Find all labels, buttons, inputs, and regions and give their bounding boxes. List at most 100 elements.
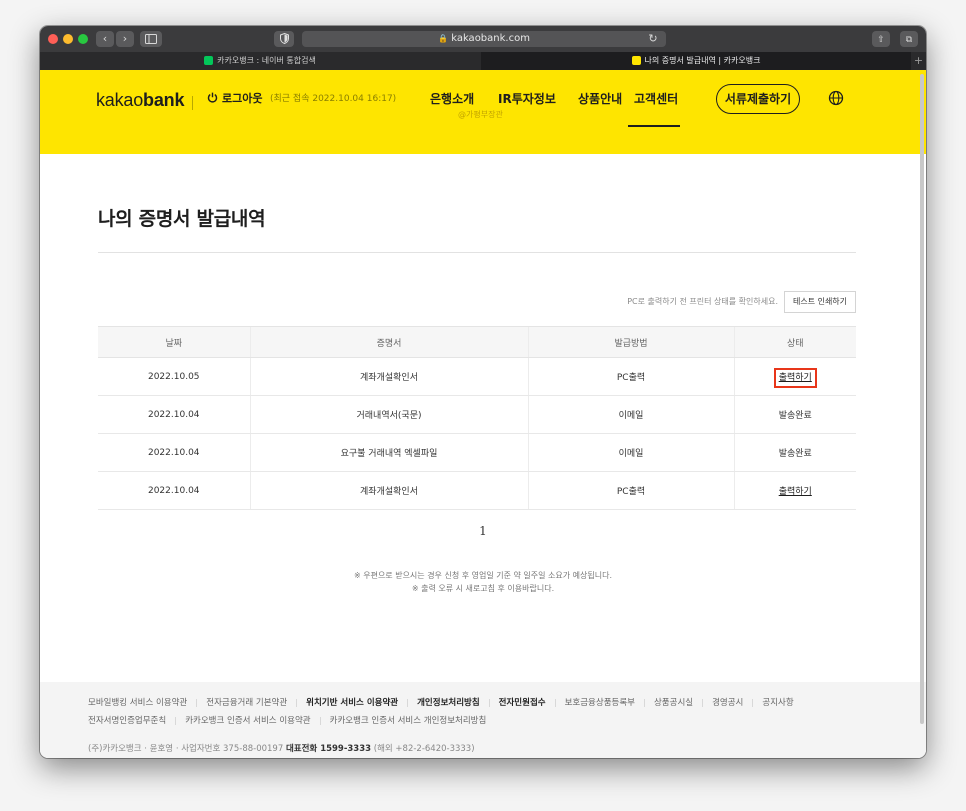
row-certificate: 거래내역서(국문) [249, 395, 528, 434]
nav-ir[interactable]: IR투자정보 [498, 90, 556, 107]
logo-text-light: kakao [96, 90, 144, 110]
forward-button[interactable]: › [116, 31, 134, 47]
logout-button[interactable]: 로그아웃 [207, 90, 262, 106]
page-scrollbar[interactable] [920, 74, 924, 724]
power-icon [207, 92, 218, 103]
row-status: 발송완료 [733, 433, 856, 472]
address-bar[interactable]: 🔒 kakaobank.com [302, 31, 666, 47]
table-row: 2022.10.05 계좌개설확인서 PC출력 출력하기 [98, 357, 856, 396]
logo-text-bold: bank [143, 90, 185, 110]
row-date: 2022.10.05 [98, 357, 250, 396]
chevron-right-icon: › [122, 32, 128, 45]
logout-label: 로그아웃 [222, 92, 263, 105]
globe-icon[interactable] [828, 90, 844, 106]
footer-link[interactable]: 공지사항 [762, 698, 793, 708]
minimize-window-button[interactable] [63, 34, 73, 44]
tabs-icon: ⧉ [905, 35, 913, 45]
nav-sub-label: @가평부장관 [458, 110, 503, 119]
tab-label: 카카오뱅크 : 네이버 통합검색 [217, 56, 316, 65]
title-divider [98, 252, 856, 253]
kakaobank-logo[interactable]: kakaobank [96, 90, 184, 111]
company-info: (주)카카오뱅크 · 윤호영 · 사업자번호 375-88-00197 대표전화… [88, 742, 475, 754]
table-row: 2022.10.04 거래내역서(국문) 이메일 발송완료 [98, 395, 856, 434]
page-title: 나의 증명서 발급내역 [98, 208, 266, 230]
back-button[interactable]: ‹ [96, 31, 114, 47]
table-row: 2022.10.04 요구불 거래내역 엑셀파일 이메일 발송완료 [98, 433, 856, 472]
footer-links-row-2: 전자서명인증업무준칙 카카오뱅크 인증서 서비스 이용약관 카카오뱅크 인증서 서비… [88, 714, 486, 726]
privacy-shield-button[interactable] [274, 31, 294, 47]
close-window-button[interactable] [48, 34, 58, 44]
new-tab-button[interactable]: + [911, 52, 926, 70]
nav-customer-center[interactable]: 고객센터 [634, 90, 678, 107]
row-certificate: 요구불 거래내역 엑셀파일 [249, 433, 528, 472]
row-certificate: 계좌개설확인서 [249, 471, 528, 510]
address-url: kakaobank.com [451, 33, 530, 44]
sidebar-icon [145, 34, 157, 44]
tab-bar: 카카오뱅크 : 네이버 통합검색 나의 증명서 발급내역 | 카카오뱅크 + [40, 52, 926, 70]
row-method: PC출력 [527, 357, 734, 396]
footer-link[interactable]: 위치기반 서비스 이용약관 [306, 698, 398, 708]
footer-link[interactable]: 카카오뱅크 인증서 서비스 개인정보처리방침 [330, 716, 487, 726]
row-date: 2022.10.04 [98, 395, 250, 434]
submit-documents-button[interactable]: 서류제출하기 [716, 84, 800, 114]
row-method: PC출력 [527, 471, 734, 510]
row-status: 출력하기 [733, 471, 856, 510]
footer-link[interactable]: 상품공시실 [654, 698, 693, 708]
sidebar-toggle-button[interactable] [140, 31, 162, 47]
footer-link[interactable]: 보호금융상품등록부 [565, 698, 635, 708]
footer-link[interactable]: 개인정보처리방침 [417, 698, 480, 708]
footer-link[interactable]: 카카오뱅크 인증서 서비스 이용약관 [185, 716, 310, 726]
nav-active-indicator [628, 125, 680, 127]
share-button[interactable]: ⇧ [872, 31, 890, 47]
tab-overview-button[interactable]: ⧉ [900, 31, 918, 47]
print-error-notice: ※ 출력 오류 시 새로고침 후 이용바랍니다. [411, 584, 555, 593]
mail-delivery-notice: ※ 우편으로 받으시는 경우 신청 후 영업일 기준 약 일주일 소요가 예상됩… [353, 571, 613, 580]
column-header-certificate: 증명서 [249, 326, 528, 358]
tab-label: 나의 증명서 발급내역 | 카카오뱅크 [644, 56, 761, 65]
reload-button[interactable]: ↻ [644, 31, 662, 47]
zoom-window-button[interactable] [78, 34, 88, 44]
print-link[interactable]: 출력하기 [773, 368, 817, 388]
main-phone: 대표전화 1599-3333 [285, 744, 372, 754]
pagination-page-1[interactable]: 1 [40, 524, 926, 538]
browser-title-bar: ‹ › 🔒 kakaobank.com ↻ ⇧ ⧉ [40, 26, 926, 52]
row-status: 발송완료 [733, 395, 856, 434]
share-icon: ⇧ [877, 35, 885, 45]
footer-link[interactable]: 전자금융거래 기본약관 [206, 698, 287, 708]
certificate-history-table: 날짜 증명서 발급방법 상태 2022.10.05 계좌개설확인서 PC출력 출… [98, 326, 856, 510]
footer-link[interactable]: 전자민원접수 [499, 698, 546, 708]
row-status: 출력하기 [733, 357, 856, 396]
tab-certificate-history[interactable]: 나의 증명서 발급내역 | 카카오뱅크 [481, 52, 911, 70]
company-details: (주)카카오뱅크 · 윤호영 · 사업자번호 375-88-00197 [88, 744, 284, 754]
lock-icon: 🔒 [438, 34, 449, 43]
naver-favicon-icon [204, 56, 214, 65]
column-header-method: 발급방법 [527, 326, 734, 358]
nav-bank-intro[interactable]: 은행소개 [430, 90, 474, 107]
footer-link[interactable]: 모바일뱅킹 서비스 이용약관 [88, 698, 187, 708]
browser-window: ‹ › 🔒 kakaobank.com ↻ ⇧ ⧉ 카카오뱅크 : 네이버 통합… [40, 26, 926, 758]
reload-icon: ↻ [648, 32, 658, 45]
chevron-left-icon: ‹ [102, 32, 108, 45]
last-login-time: (최근 접속 2022.10.04 16:17) [270, 94, 397, 104]
row-date: 2022.10.04 [98, 433, 250, 472]
header-divider [192, 96, 193, 110]
shield-icon [279, 32, 289, 45]
printer-check-note: PC로 출력하기 전 프린터 상태를 확인하세요. [627, 297, 778, 306]
table-header-row: 날짜 증명서 발급방법 상태 [98, 326, 856, 358]
nav-products[interactable]: 상품안내 [578, 90, 622, 107]
tab-naver-search[interactable]: 카카오뱅크 : 네이버 통합검색 [40, 52, 480, 70]
row-method: 이메일 [527, 433, 734, 472]
print-link[interactable]: 출력하기 [779, 487, 812, 497]
kakaobank-favicon-icon [631, 56, 641, 65]
footer-links-row-1: 모바일뱅킹 서비스 이용약관 전자금융거래 기본약관 위치기반 서비스 이용약관 개인… [88, 696, 794, 708]
column-header-status: 상태 [733, 326, 856, 358]
row-method: 이메일 [527, 395, 734, 434]
column-header-date: 날짜 [98, 326, 250, 358]
footer-link[interactable]: 경영공시 [712, 698, 743, 708]
table-row: 2022.10.04 계좌개설확인서 PC출력 출력하기 [98, 471, 856, 510]
row-date: 2022.10.04 [98, 471, 250, 510]
overseas-phone: (해외 +82-2-6420-3333) [373, 744, 475, 754]
row-certificate: 계좌개설확인서 [249, 357, 528, 396]
test-print-button[interactable]: 테스트 인쇄하기 [784, 291, 856, 313]
footer-link[interactable]: 전자서명인증업무준칙 [88, 716, 166, 726]
